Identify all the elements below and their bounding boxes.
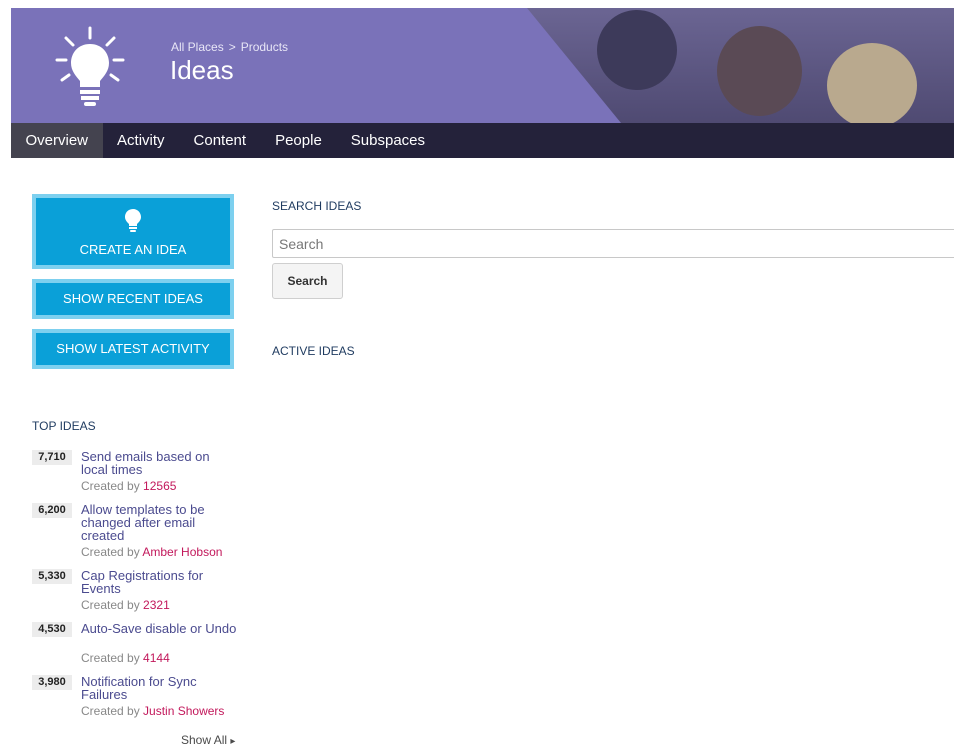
idea-title-link[interactable]: Allow templates to be changed after emai… (81, 503, 237, 542)
chevron-right-icon: ▸ (230, 736, 236, 747)
created-by-label: Created by (81, 479, 140, 493)
create-idea-button[interactable]: CREATE AN IDEA (32, 194, 234, 269)
breadcrumb: All Places > Products (171, 40, 288, 54)
search-button[interactable]: Search (272, 263, 343, 299)
top-idea-item: 4,530 Auto-Save disable or Undo Created … (32, 622, 237, 666)
vote-count: 6,200 (32, 503, 72, 518)
tab-activity[interactable]: Activity (103, 123, 180, 158)
create-idea-label: CREATE AN IDEA (79, 242, 187, 257)
idea-title-link[interactable]: Notification for Sync Failures (81, 675, 237, 701)
author-link[interactable]: 2321 (143, 598, 170, 612)
search-ideas-heading: SEARCH IDEAS (272, 199, 362, 213)
vote-count: 5,330 (32, 569, 72, 584)
show-recent-ideas-button[interactable]: SHOW RECENT IDEAS (32, 279, 234, 319)
tab-content[interactable]: Content (179, 123, 261, 158)
top-ideas-heading: TOP IDEAS (32, 419, 96, 433)
idea-title-link[interactable]: Send emails based on local times (81, 450, 237, 476)
created-by-label: Created by (81, 704, 140, 718)
show-latest-activity-button[interactable]: SHOW LATEST ACTIVITY (32, 329, 234, 369)
breadcrumb-separator: > (228, 40, 236, 54)
created-by-label: Created by (81, 651, 140, 665)
author-link[interactable]: Amber Hobson (142, 545, 222, 559)
idea-meta: Created by 2321 (81, 598, 170, 612)
author-link[interactable]: Justin Showers (143, 704, 224, 718)
created-by-label: Created by (81, 598, 140, 612)
tab-subspaces[interactable]: Subspaces (336, 123, 439, 158)
active-ideas-heading: ACTIVE IDEAS (272, 344, 355, 358)
author-link[interactable]: 4144 (143, 651, 170, 665)
idea-meta: Created by Justin Showers (81, 704, 224, 718)
lightbulb-icon (54, 26, 126, 108)
lightbulb-icon (124, 208, 142, 234)
idea-title-link[interactable]: Cap Registrations for Events (81, 569, 237, 595)
tab-people[interactable]: People (261, 123, 337, 158)
top-idea-item: 6,200 Allow templates to be changed afte… (32, 503, 237, 560)
show-all-label: Show All (181, 733, 228, 747)
breadcrumb-item[interactable]: Products (241, 40, 288, 54)
top-idea-item: 5,330 Cap Registrations for Events Creat… (32, 569, 237, 613)
search-input[interactable] (272, 229, 954, 258)
idea-meta: Created by 12565 (81, 479, 176, 493)
idea-title-link[interactable]: Auto-Save disable or Undo (81, 622, 237, 635)
idea-meta: Created by 4144 (81, 651, 170, 665)
space-nav: Overview Activity Content People Subspac… (11, 123, 954, 158)
show-all-link[interactable]: Show All ▸ (181, 733, 235, 747)
vote-count: 7,710 (32, 450, 72, 465)
idea-meta: Created by Amber Hobson (81, 545, 222, 559)
vote-count: 4,530 (32, 622, 72, 637)
vote-count: 3,980 (32, 675, 72, 690)
top-idea-item: 3,980 Notification for Sync Failures Cre… (32, 675, 237, 719)
top-idea-item: 7,710 Send emails based on local times C… (32, 450, 237, 494)
space-header: All Places > Products Ideas (11, 8, 954, 123)
author-link[interactable]: 12565 (143, 479, 176, 493)
breadcrumb-item[interactable]: All Places (171, 40, 224, 54)
page-title: Ideas (170, 55, 234, 85)
created-by-label: Created by (81, 545, 140, 559)
tab-overview[interactable]: Overview (11, 123, 103, 158)
banner-diagonal (11, 8, 621, 123)
